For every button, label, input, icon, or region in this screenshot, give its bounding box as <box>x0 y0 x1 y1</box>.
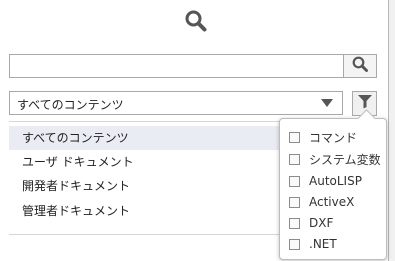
filter-option-label: DXF <box>309 216 334 230</box>
filter-option[interactable]: AutoLISP <box>289 171 362 191</box>
filter-option-label: ActiveX <box>309 195 355 209</box>
filter-option[interactable]: DXF <box>289 213 333 233</box>
filter-option-label: システム変数 <box>309 152 381 167</box>
search-button[interactable] <box>344 54 377 78</box>
search-input[interactable] <box>10 55 343 77</box>
filter-option[interactable]: .NET <box>289 234 337 254</box>
scrollbar[interactable] <box>389 0 395 261</box>
chevron-down-icon[interactable] <box>312 92 342 114</box>
search-field[interactable] <box>9 54 344 78</box>
filter-option[interactable]: ActiveX <box>289 192 354 212</box>
filter-option-label: AutoLISP <box>309 174 362 188</box>
filter-checkbox[interactable] <box>289 217 300 229</box>
content-type-selected: すべてのコンテンツ <box>17 98 124 112</box>
filter-checkbox[interactable] <box>289 196 300 208</box>
filter-option[interactable]: システム変数 <box>289 149 381 169</box>
filter-popup: コマンド システム変数 AutoLISP ActiveX DXF .NET <box>279 109 387 260</box>
filter-option[interactable]: コマンド <box>289 127 357 147</box>
filter-option-label: .NET <box>309 237 337 251</box>
search-icon <box>183 8 209 34</box>
search-icon <box>351 55 369 77</box>
filter-checkbox[interactable] <box>289 238 300 250</box>
filter-checkbox[interactable] <box>289 175 300 187</box>
filter-option-label: コマンド <box>309 130 358 145</box>
filter-checkbox[interactable] <box>289 153 300 165</box>
filter-checkbox[interactable] <box>289 131 300 143</box>
content-type-select[interactable]: すべてのコンテンツ <box>9 91 343 115</box>
